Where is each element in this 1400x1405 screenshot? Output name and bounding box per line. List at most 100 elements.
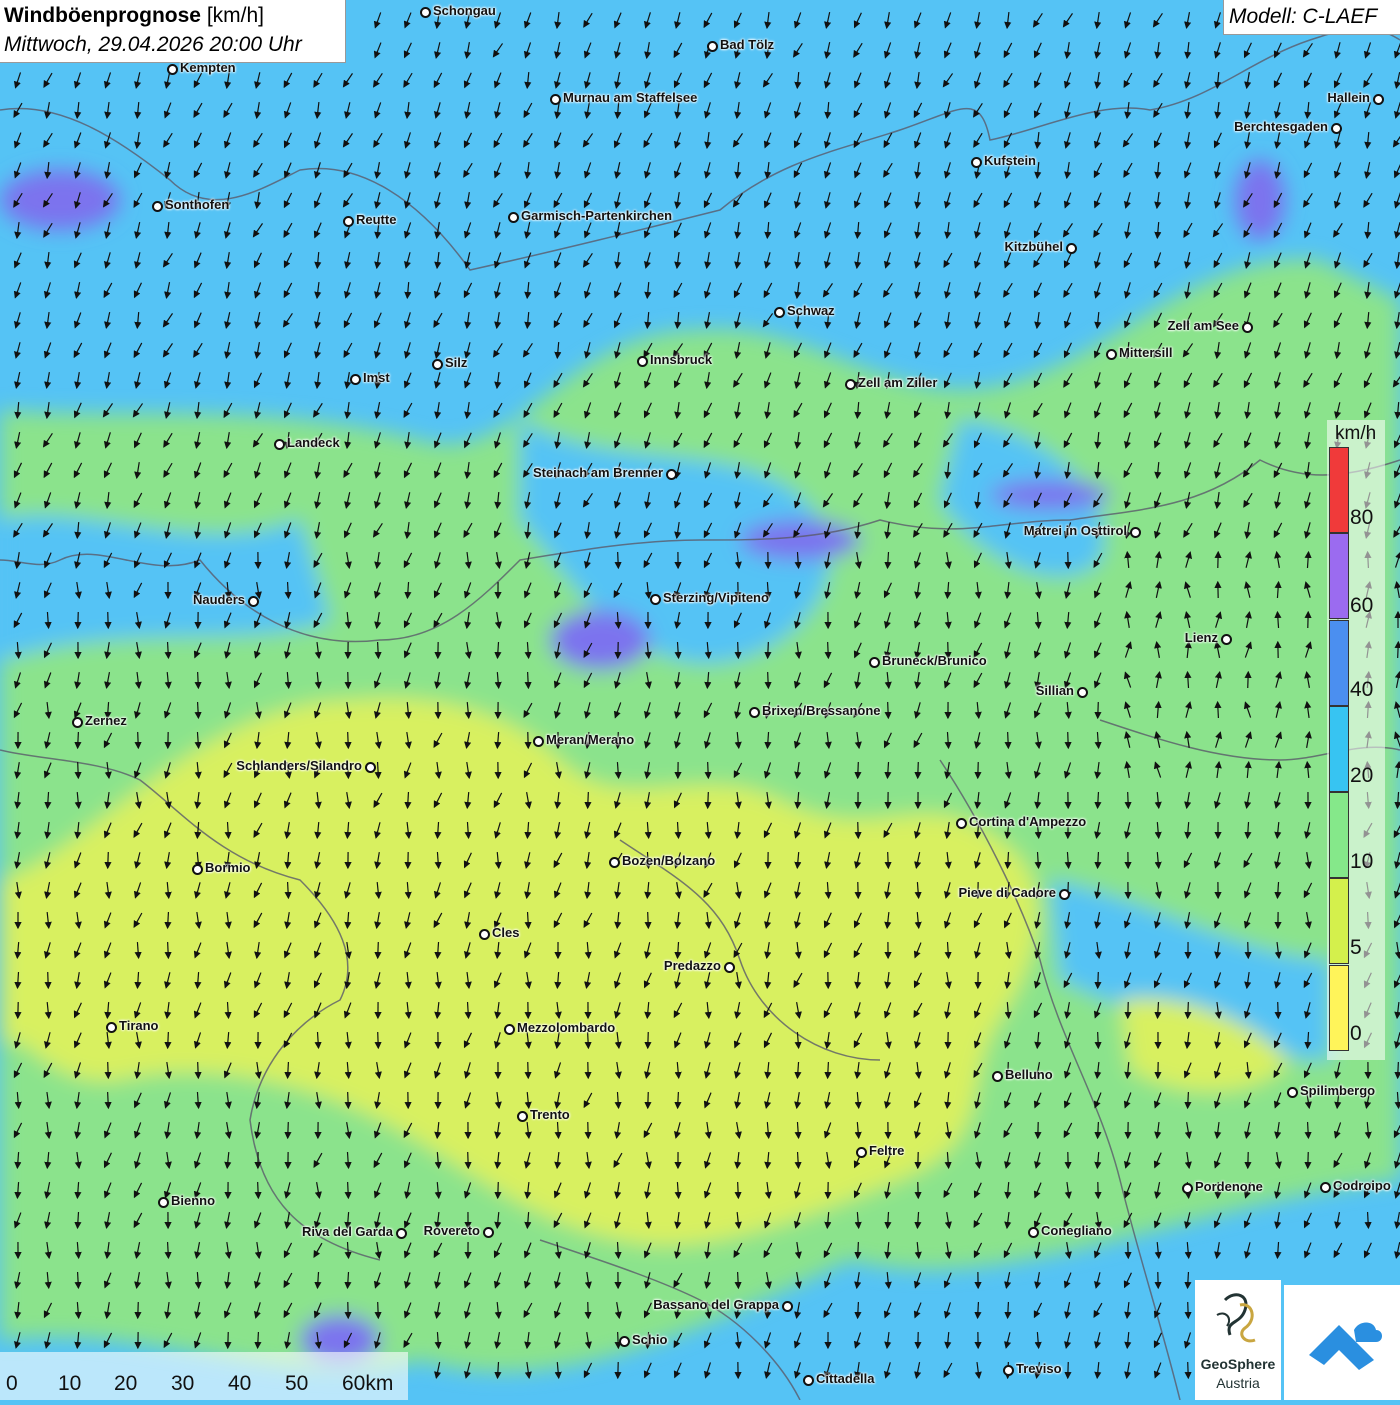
city-dot[interactable]: [432, 359, 443, 370]
wind-arrow: [138, 732, 139, 748]
city-dot[interactable]: [1130, 527, 1141, 538]
city-dot[interactable]: [508, 212, 519, 223]
legend-tick: 10: [1350, 850, 1373, 874]
city-dot[interactable]: [1028, 1227, 1039, 1238]
city-dot[interactable]: [1221, 634, 1232, 645]
city-dot[interactable]: [550, 94, 561, 105]
city-dot[interactable]: [504, 1024, 515, 1035]
city-dot[interactable]: [1331, 123, 1342, 134]
wind-arrow: [108, 852, 109, 868]
city-dot[interactable]: [1003, 1365, 1014, 1376]
city-label: Mittersill: [1119, 345, 1172, 360]
city-dot[interactable]: [609, 857, 620, 868]
city-dot[interactable]: [666, 469, 677, 480]
city-dot[interactable]: [158, 1197, 169, 1208]
city-dot[interactable]: [1320, 1182, 1331, 1193]
wind-arrow: [588, 792, 589, 808]
city-dot[interactable]: [533, 736, 544, 747]
city-label: Kitzbühel: [1005, 239, 1064, 254]
city-dot[interactable]: [350, 374, 361, 385]
city-dot[interactable]: [845, 379, 856, 390]
wind-arrow: [1368, 1212, 1369, 1228]
city-dot[interactable]: [1182, 1183, 1193, 1194]
city-dot[interactable]: [724, 962, 735, 973]
city-label: Feltre: [869, 1143, 904, 1158]
city-dot[interactable]: [396, 1228, 407, 1239]
wind-arrow: [1248, 942, 1249, 958]
city-dot[interactable]: [992, 1071, 1003, 1082]
city-dot[interactable]: [343, 216, 354, 227]
city-dot[interactable]: [637, 356, 648, 367]
wind-arrow: [528, 672, 529, 688]
city-dot[interactable]: [1287, 1087, 1298, 1098]
city-dot[interactable]: [707, 41, 718, 52]
legend-color-4: [1329, 620, 1349, 706]
legend-color-0: [1329, 965, 1349, 1051]
app-logo[interactable]: [1284, 1285, 1400, 1400]
city-label: Steinach am Brenner: [533, 465, 663, 480]
city-dot[interactable]: [152, 201, 163, 212]
city-label: Matrei in Osttirol: [1024, 523, 1127, 538]
scale-label: 10: [58, 1372, 81, 1396]
legend-color-2: [1329, 792, 1349, 878]
city-dot[interactable]: [774, 307, 785, 318]
city-dot[interactable]: [479, 929, 490, 940]
forecast-time: Mittwoch, 29.04.2026 20:00 Uhr: [4, 33, 302, 57]
legend-color-1: [1329, 878, 1349, 964]
wind-arrow: [1188, 1362, 1189, 1378]
wind-arrow: [78, 612, 79, 628]
city-dot[interactable]: [956, 818, 967, 829]
city-dot[interactable]: [782, 1301, 793, 1312]
city-label: Murnau am Staffelsee: [563, 90, 697, 105]
logo-subtitle: Austria: [1195, 1375, 1281, 1391]
city-label: Sterzing/Vipiteno: [663, 590, 769, 605]
wind-arrow: [858, 822, 859, 838]
city-dot[interactable]: [869, 657, 880, 668]
city-label: Bad Tölz: [720, 37, 774, 52]
wind-arrow: [828, 642, 829, 658]
legend-tick: 20: [1350, 764, 1373, 788]
city-dot[interactable]: [106, 1022, 117, 1033]
city-label: Bruneck/Brunico: [882, 653, 987, 668]
city-dot[interactable]: [749, 707, 760, 718]
city-dot[interactable]: [856, 1147, 867, 1158]
city-dot[interactable]: [650, 594, 661, 605]
wind-arrow: [288, 1122, 289, 1138]
city-dot[interactable]: [365, 762, 376, 773]
city-dot[interactable]: [248, 596, 259, 607]
city-label: Bienno: [171, 1193, 215, 1208]
wind-arrow: [348, 732, 349, 748]
wind-arrow: [1398, 1062, 1399, 1078]
city-dot[interactable]: [1066, 243, 1077, 254]
city-label: Spilimbergo: [1300, 1083, 1375, 1098]
city-dot[interactable]: [1373, 94, 1384, 105]
wind-arrow: [828, 1062, 829, 1078]
geosphere-logo-icon: [1195, 1280, 1281, 1356]
scale-label: 50: [285, 1372, 308, 1396]
city-dot[interactable]: [971, 157, 982, 168]
city-dot[interactable]: [1242, 322, 1253, 333]
city-dot[interactable]: [274, 439, 285, 450]
city-dot[interactable]: [420, 7, 431, 18]
cloud-app-icon: [1284, 1285, 1400, 1400]
city-label: Mezzolombardo: [517, 1020, 615, 1035]
city-dot[interactable]: [1106, 349, 1117, 360]
city-dot[interactable]: [1059, 889, 1070, 900]
city-dot[interactable]: [483, 1227, 494, 1238]
wind-arrow: [168, 942, 169, 958]
legend-tick: 40: [1350, 678, 1373, 702]
city-dot[interactable]: [192, 864, 203, 875]
city-dot[interactable]: [1077, 687, 1088, 698]
city-dot[interactable]: [517, 1111, 528, 1122]
wind-arrow: [1008, 1302, 1009, 1318]
city-dot[interactable]: [803, 1375, 814, 1386]
city-label: Lienz: [1185, 630, 1218, 645]
page-title: Windböenprognose [km/h]: [4, 4, 264, 28]
wind-arrow: [78, 762, 79, 778]
city-dot[interactable]: [72, 717, 83, 728]
city-dot[interactable]: [619, 1336, 630, 1347]
wind-arrow: [1248, 672, 1249, 688]
wind-arrow: [258, 1182, 259, 1198]
wind-arrow: [108, 1062, 109, 1078]
city-dot[interactable]: [167, 64, 178, 75]
